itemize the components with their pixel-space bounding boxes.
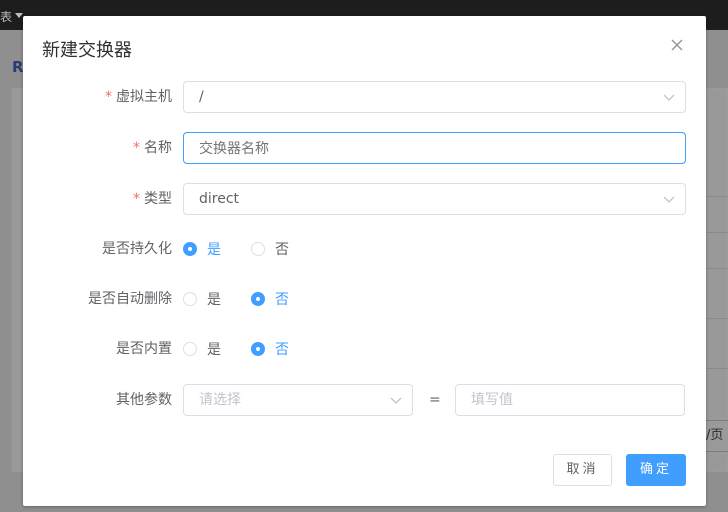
dialog-title: 新建交换器 [42,40,132,61]
radio-unchecked-icon [183,342,197,356]
auto-delete-yes-label: 是 [207,292,221,308]
auto-delete-label: 是否自动删除 [88,291,172,307]
durable-yes-radio[interactable]: 是 [183,233,221,265]
type-row: * 类型 direct [23,183,706,215]
new-exchange-dialog: 新建交换器 *虚拟主机 / *名称 *类型 direct 是否持久化 是 [23,16,706,506]
chevron-down-icon [390,397,402,404]
radio-unchecked-icon [183,292,197,306]
auto-delete-yes-radio[interactable]: 是 [183,283,221,315]
internal-row: 是否内置 是 否 [23,333,706,365]
confirm-button[interactable]: 确定 [626,454,686,486]
equals-sign: = [429,392,441,408]
arguments-label: 其他参数 [116,392,172,408]
auto-delete-no-label: 否 [275,292,289,308]
arguments-row: 其他参数 请选择 = 填写值 [23,384,706,416]
type-select[interactable]: direct [183,183,686,215]
vhost-label: * 虚拟主机 [105,89,172,105]
vhost-select[interactable]: / [183,81,686,113]
durable-label: 是否持久化 [102,241,172,257]
radio-checked-icon [251,292,265,306]
close-icon[interactable] [668,36,686,54]
argument-key-select[interactable]: 请选择 [183,384,413,416]
internal-no-radio[interactable]: 否 [251,333,289,365]
durable-no-radio[interactable]: 否 [251,233,289,265]
cancel-button[interactable]: 取消 [553,454,612,486]
auto-delete-no-radio[interactable]: 否 [251,283,289,315]
chevron-down-icon [663,196,675,203]
chevron-down-icon [663,94,675,101]
internal-yes-radio[interactable]: 是 [183,333,221,365]
caret-down-icon [15,13,23,18]
auto-delete-row: 是否自动删除 是 否 [23,283,706,315]
internal-yes-label: 是 [207,342,221,358]
name-label: * 名称 [133,140,172,156]
type-label: * 类型 [133,191,172,207]
internal-label: 是否内置 [116,341,172,357]
durable-yes-label: 是 [207,242,221,258]
vhost-select-value: / [199,89,204,105]
argument-value-input[interactable]: 填写值 [455,384,685,416]
name-row: * 名称 [23,132,706,164]
internal-no-label: 否 [275,342,289,358]
exchange-name-input[interactable] [184,133,685,163]
exchange-name-input-wrapper [183,132,686,164]
durable-no-label: 否 [275,242,289,258]
type-select-value: direct [199,191,240,207]
durable-row: 是否持久化 是 否 [23,233,706,265]
vhost-row: * 虚拟主机 / [23,81,706,113]
radio-checked-icon [251,342,265,356]
topbar-menu-label: 表 [0,10,13,24]
argument-key-placeholder: 请选择 [199,392,241,408]
argument-value-placeholder: 填写值 [471,392,513,408]
radio-checked-icon [183,242,197,256]
radio-unchecked-icon [251,242,265,256]
